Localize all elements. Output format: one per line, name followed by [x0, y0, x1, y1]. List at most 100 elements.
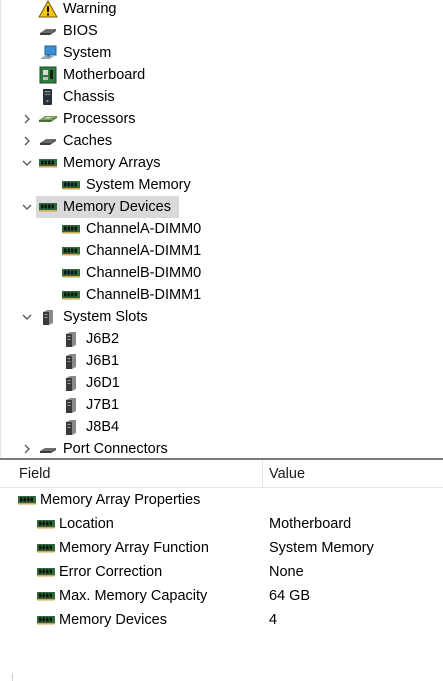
- chevron-right-icon[interactable]: [21, 108, 33, 130]
- tree-node-channelb-dimm1[interactable]: ChannelB-DIMM1: [61, 284, 205, 306]
- slot-icon: [61, 330, 81, 348]
- tree-item-label: J7B1: [86, 397, 120, 413]
- tree-item-system-slots[interactable]: System Slots: [1, 306, 443, 328]
- tree-item-channela-dimm0[interactable]: ChannelA-DIMM0: [1, 218, 443, 240]
- tree-item-processors[interactable]: Processors: [1, 108, 443, 130]
- processor-icon: [38, 110, 58, 128]
- tree-item-channelb-dimm0[interactable]: ChannelB-DIMM0: [1, 262, 443, 284]
- property-group[interactable]: Memory Array Properties: [0, 488, 443, 512]
- motherboard-icon: [38, 66, 58, 84]
- tree-node-channelb-dimm0[interactable]: ChannelB-DIMM0: [61, 262, 205, 284]
- chevron-down-icon[interactable]: [21, 152, 33, 174]
- tree-item-label: System Memory: [86, 177, 191, 193]
- tree-item-label: BIOS: [63, 23, 98, 39]
- device-tree[interactable]: Warning BIOS System Motherboard Chassis …: [0, 0, 443, 459]
- property-field: Memory Devices: [59, 612, 167, 628]
- tree-item-label: Motherboard: [63, 67, 146, 83]
- tree-node-j8b4[interactable]: J8B4: [61, 416, 123, 438]
- tree-item-channela-dimm1[interactable]: ChannelA-DIMM1: [1, 240, 443, 262]
- warning-icon: [38, 0, 58, 18]
- tree-item-label: Memory Arrays: [63, 155, 161, 171]
- memory-icon: [38, 154, 58, 172]
- memory-icon: [61, 286, 81, 304]
- table-row[interactable]: Memory Devices 4: [0, 608, 443, 632]
- tree-item-bios[interactable]: BIOS: [1, 20, 443, 42]
- tree-item-label: J6B2: [86, 331, 120, 347]
- tree-item-chassis[interactable]: Chassis: [1, 86, 443, 108]
- column-header-value[interactable]: Value: [262, 460, 443, 488]
- column-header: Field Value: [0, 460, 443, 488]
- tree-node-system-slots[interactable]: System Slots: [38, 306, 152, 328]
- table-row[interactable]: Location Motherboard: [0, 512, 443, 536]
- slot-icon: [61, 352, 81, 370]
- tree-node-system-memory[interactable]: System Memory: [61, 174, 195, 196]
- tree-item-label: ChannelB-DIMM1: [86, 287, 202, 303]
- tree-item-memory-devices[interactable]: Memory Devices: [1, 196, 443, 218]
- tree-node-memory-arrays[interactable]: Memory Arrays: [38, 152, 165, 174]
- tree-node-warning[interactable]: Warning: [38, 0, 120, 20]
- tree-item-caches[interactable]: Caches: [1, 130, 443, 152]
- tree-item-label: Port Connectors: [63, 441, 168, 457]
- property-value: System Memory: [269, 540, 374, 556]
- tree-node-motherboard[interactable]: Motherboard: [38, 64, 149, 86]
- memory-icon: [36, 515, 56, 533]
- chevron-down-icon[interactable]: [21, 306, 33, 328]
- property-field: Memory Array Function: [59, 540, 209, 556]
- property-field: Location: [59, 516, 114, 532]
- tree-item-system-memory[interactable]: System Memory: [1, 174, 443, 196]
- property-group-label: Memory Array Properties: [40, 492, 201, 508]
- memory-icon: [61, 220, 81, 238]
- tree-node-port-connectors[interactable]: Port Connectors: [38, 438, 172, 459]
- tree-item-warning[interactable]: Warning: [1, 0, 443, 20]
- chevron-right-icon[interactable]: [21, 438, 33, 459]
- chassis-icon: [38, 88, 58, 106]
- memory-icon: [17, 491, 37, 509]
- tree-item-j8b4[interactable]: J8B4: [1, 416, 443, 438]
- tree-node-j6d1[interactable]: J6D1: [61, 372, 124, 394]
- tree-item-label: ChannelA-DIMM1: [86, 243, 202, 259]
- tree-node-processors[interactable]: Processors: [38, 108, 140, 130]
- tree-item-j6b2[interactable]: J6B2: [1, 328, 443, 350]
- tree-item-motherboard[interactable]: Motherboard: [1, 64, 443, 86]
- table-row[interactable]: Max. Memory Capacity 64 GB: [0, 584, 443, 608]
- memory-icon: [36, 611, 56, 629]
- tree-item-port-connectors[interactable]: Port Connectors: [1, 438, 443, 459]
- tree-item-label: System: [63, 45, 112, 61]
- tree-item-channelb-dimm1[interactable]: ChannelB-DIMM1: [1, 284, 443, 306]
- property-value: 4: [269, 612, 278, 628]
- tree-item-memory-arrays[interactable]: Memory Arrays: [1, 152, 443, 174]
- tree-node-memory-devices[interactable]: Memory Devices: [36, 196, 179, 218]
- list-border: [12, 673, 443, 681]
- chevron-right-icon[interactable]: [21, 130, 33, 152]
- tree-node-system[interactable]: System: [38, 42, 115, 64]
- computer-icon: [38, 44, 58, 62]
- tree-node-channela-dimm1[interactable]: ChannelA-DIMM1: [61, 240, 205, 262]
- memory-icon: [36, 587, 56, 605]
- tree-item-label: System Slots: [63, 309, 148, 325]
- tree-node-chassis[interactable]: Chassis: [38, 86, 119, 108]
- tree-item-label: Warning: [63, 1, 117, 17]
- tree-node-j7b1[interactable]: J7B1: [61, 394, 123, 416]
- tree-node-channela-dimm0[interactable]: ChannelA-DIMM0: [61, 218, 205, 240]
- column-header-field[interactable]: Field: [12, 460, 262, 488]
- table-row[interactable]: Error Correction None: [0, 560, 443, 584]
- property-field: Max. Memory Capacity: [59, 588, 208, 604]
- tree-item-j7b1[interactable]: J7B1: [1, 394, 443, 416]
- memory-icon: [36, 563, 56, 581]
- tree-node-j6b2[interactable]: J6B2: [61, 328, 123, 350]
- property-list[interactable]: Field Value Memory Array Properties Loca…: [0, 460, 443, 681]
- chevron-down-icon[interactable]: [21, 196, 33, 218]
- tree-item-label: ChannelB-DIMM0: [86, 265, 202, 281]
- connector-icon: [38, 440, 58, 458]
- tree-node-caches[interactable]: Caches: [38, 130, 116, 152]
- tree-item-system[interactable]: System: [1, 42, 443, 64]
- tree-item-j6d1[interactable]: J6D1: [1, 372, 443, 394]
- tree-node-bios[interactable]: BIOS: [38, 20, 102, 42]
- table-row[interactable]: Memory Array Function System Memory: [0, 536, 443, 560]
- slot-icon: [61, 418, 81, 436]
- tree-node-j6b1[interactable]: J6B1: [61, 350, 123, 372]
- slot-icon: [38, 308, 58, 326]
- memory-icon: [61, 264, 81, 282]
- tree-item-label: J6B1: [86, 353, 120, 369]
- tree-item-j6b1[interactable]: J6B1: [1, 350, 443, 372]
